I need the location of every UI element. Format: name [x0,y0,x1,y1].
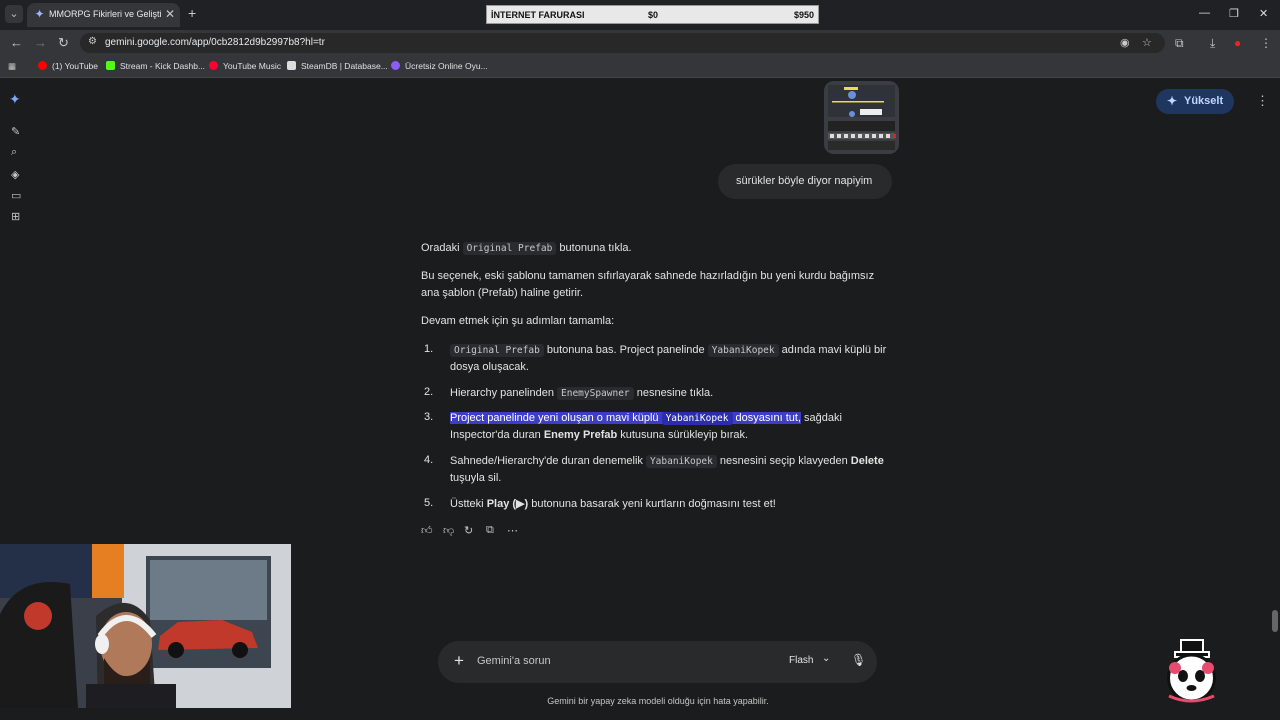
library-icon[interactable]: ▭ [11,189,21,202]
url-text[interactable]: gemini.google.com/app/0cb2812d9b2997b8?h… [105,37,325,48]
forward-icon[interactable]: → [34,35,47,50]
prompt-placeholder[interactable]: Gemini'a sorun [477,655,551,667]
step-number: 5. [424,497,434,509]
tab-search-button[interactable]: ⌄ [5,5,23,23]
browser-tab[interactable]: ✦ MMORPG Fikirleri ve Geliştirme ✕ [27,3,180,27]
scrollbar-thumb[interactable] [1272,610,1278,632]
step-item-1: Original Prefab butonuna bas. Project pa… [450,344,887,373]
regenerate-icon[interactable]: ↻ [464,524,473,537]
reload-icon[interactable]: ↻ [58,35,69,51]
gemini-favicon-icon: ✦ [34,7,45,21]
uploaded-screenshot-thumbnail[interactable] [824,81,899,154]
prompt-input[interactable]: + Gemini'a sorun Flash ⌄ 🎙︎ [438,641,877,683]
upgrade-button[interactable]: ✦ Yükselt [1156,89,1234,114]
address-toolbar: ← → ↻ ⚙ gemini.google.com/app/0cb2812d9b… [0,30,1280,56]
inline-code: Original Prefab [462,242,557,255]
games-icon [391,61,400,70]
step-number: 3. [424,411,434,423]
more-options-icon[interactable]: ⋮ [1256,93,1269,109]
search-icon[interactable]: ⌕ [11,146,17,159]
response-paragraph-3: Devam etmek için şu adımları tamamla: [421,315,615,327]
bookmark-star-icon[interactable]: ☆ [1142,36,1152,49]
restore-icon[interactable]: ❐ [1229,7,1239,20]
gemini-logo-icon[interactable]: ✦ [9,91,21,108]
bookmark-games[interactable]: Ücretsiz Online Oyu... [391,61,488,71]
bookmark-youtube-music[interactable]: YouTube Music [209,61,281,71]
youtube-icon [38,61,47,70]
step-item-3: Project panelinde yeni oluşan o mavi küp… [450,412,842,441]
bookmark-youtube[interactable]: (1) YouTube [38,61,98,71]
youtube-music-icon [209,61,218,70]
thumbs-up-icon[interactable]: 👍︎ [421,524,433,537]
user-message-bubble: sürükler böyle diyor napiyim [718,164,892,199]
overlay-min-value: $0 [648,10,659,20]
bookmarks-bar: ▦ (1) YouTube Stream - Kick Dashb... You… [0,56,1280,78]
add-attachment-icon[interactable]: + [454,651,464,671]
tab-title: MMORPG Fikirleri ve Geliştirme [49,9,161,19]
close-window-icon[interactable]: ✕ [1259,7,1268,20]
step-item-5: Üstteki Play (▶) butonuna basarak yeni k… [450,498,776,510]
selected-text[interactable]: Project panelinde yeni oluşan o mavi küp… [450,412,801,425]
step-number: 4. [424,454,434,466]
more-actions-icon[interactable]: ⋯ [507,524,518,537]
microphone-icon[interactable]: 🎙︎ [851,653,866,667]
new-tab-icon[interactable]: + [188,5,196,21]
panda-mascot-logo [1163,638,1220,703]
browser-tab-bar: ⌄ ✦ MMORPG Fikirleri ve Geliştirme ✕ + İ… [0,0,1280,30]
steamdb-icon [287,61,296,70]
webcam-overlay [0,544,291,708]
back-icon[interactable]: ← [10,35,23,50]
step-number: 2. [424,386,434,398]
kick-icon [106,61,115,70]
chevron-down-icon[interactable]: ⌄ [822,653,830,664]
url-bar[interactable]: ⚙ gemini.google.com/app/0cb2812d9b2997b8… [80,33,1165,53]
upgrade-label: Yükselt [1184,95,1224,107]
user-message-text: sürükler böyle diyor napiyim [736,175,873,187]
apps-icon[interactable]: ⊞ [11,210,20,223]
overlay-title: İNTERNET FARURASI [491,10,585,20]
disclaimer-text: Gemini bir yapay zeka modeli olduğu için… [547,696,769,706]
overlay-max-value: $950 [793,10,814,20]
gems-icon[interactable]: ◈ [11,168,19,181]
tab-close-icon[interactable]: ✕ [165,7,175,21]
model-selector[interactable]: Flash [789,655,813,666]
apps-grid-icon[interactable]: ▦ [8,61,16,72]
thumbs-down-icon[interactable]: 👎︎ [443,524,454,537]
new-chat-icon[interactable]: ✎ [11,125,20,138]
profile-avatar-icon[interactable]: ● [1234,36,1241,50]
step-item-2: Hierarchy panelinden EnemySpawner nesnes… [450,387,714,400]
step-number: 1. [424,343,434,355]
browser-menu-icon[interactable]: ⋮ [1260,36,1272,50]
tracking-protection-icon[interactable]: ◉ [1120,36,1130,49]
stream-overlay-bar: İNTERNET FARURASI $0 $950 [486,5,819,24]
step-item-4: Sahnede/Hierarchy'de duran denemelik Yab… [450,455,884,484]
extensions-icon[interactable]: ⧉ [1175,36,1184,51]
bookmark-steamdb[interactable]: SteamDB | Database... [287,61,388,71]
copy-icon[interactable]: ⧉ [486,524,494,537]
bookmark-kick[interactable]: Stream - Kick Dashb... [106,61,205,71]
downloads-icon[interactable]: ⤓ [1210,36,1215,51]
response-paragraph-2: Bu seçenek, eski şablonu tamamen sıfırla… [421,270,875,299]
site-info-icon[interactable]: ⚙ [88,36,97,47]
sparkle-icon: ✦ [1167,94,1178,108]
minimize-icon[interactable]: — [1199,7,1210,19]
response-paragraph-1: Oradaki Original Prefab butonuna tıkla. [421,242,632,255]
